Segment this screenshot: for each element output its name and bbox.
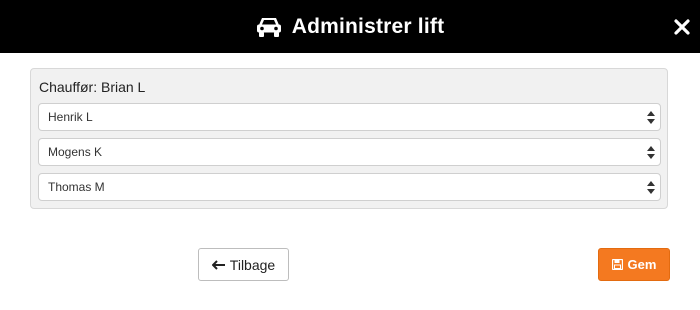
driver-label: Chauffør: Brian L <box>39 79 146 95</box>
lift-panel: Chauffør: Brian L Henrik L Mogens K Thom… <box>30 68 668 209</box>
header-title-group: Administrer lift <box>256 15 445 39</box>
passenger-select-3[interactable]: Thomas M <box>38 173 661 201</box>
passenger-select-2[interactable]: Mogens K <box>38 138 661 166</box>
car-icon <box>256 17 281 37</box>
arrow-left-icon <box>211 259 225 270</box>
passenger-select-1[interactable]: Henrik L <box>38 103 661 131</box>
passenger-select-value: Mogens K <box>48 145 103 159</box>
select-arrows-icon <box>647 111 655 124</box>
back-button[interactable]: Tilbage <box>198 248 289 281</box>
save-button[interactable]: Gem <box>598 248 670 281</box>
passenger-select-value: Henrik L <box>48 110 93 124</box>
floppy-disk-icon <box>611 259 623 270</box>
select-arrows-icon <box>647 146 655 159</box>
close-icon[interactable] <box>674 19 690 35</box>
modal-title: Administrer lift <box>291 14 445 38</box>
select-arrows-icon <box>647 181 655 194</box>
save-button-label: Gem <box>627 257 657 272</box>
back-button-label: Tilbage <box>229 256 276 273</box>
modal-header: Administrer lift <box>0 0 700 53</box>
passenger-select-value: Thomas M <box>48 180 105 194</box>
